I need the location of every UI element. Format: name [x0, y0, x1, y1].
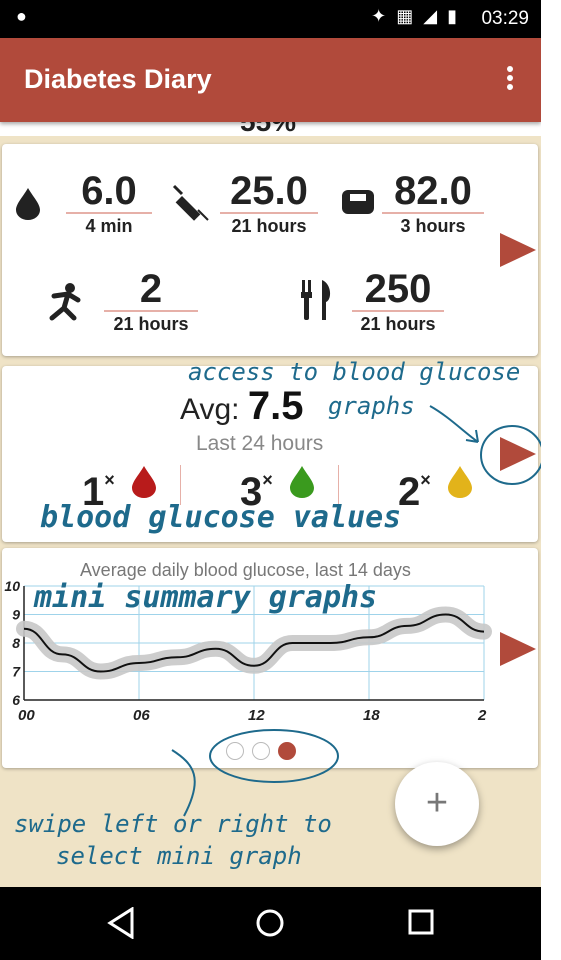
glucose-value: 6.0 — [81, 169, 137, 213]
y-tick-label: 10 — [4, 578, 20, 594]
summary-period: Last 24 hours — [196, 432, 324, 455]
divider — [338, 465, 339, 505]
note-swipe-1: swipe left or right to — [14, 810, 332, 838]
x-tick-label: 18 — [363, 707, 380, 724]
app-title: Diabetes Diary — [24, 64, 212, 94]
y-tick-label: 9 — [12, 607, 20, 623]
phone-screen: ● ✦ ▦ ◢ ▮ 03:29 Diabetes Diary 55% 6.0 4… — [0, 0, 541, 960]
status-time: 03:29 — [481, 8, 529, 29]
no-signal-icon: ◢ — [423, 6, 438, 26]
x-tick-label: 12 — [248, 707, 265, 724]
weight-stat: 82.0 3 hours — [382, 170, 484, 237]
android-icon: ● — [16, 6, 27, 26]
normal-count-x: × — [262, 470, 273, 490]
high-count: 2× — [398, 470, 431, 515]
x-tick-label: 00 — [18, 707, 35, 724]
latest-open-button[interactable] — [500, 233, 536, 267]
battery-icon: ▮ — [447, 6, 457, 26]
bluetooth-icon: ✦ — [371, 6, 387, 26]
weight-value: 82.0 — [394, 169, 472, 213]
status-icons: ✦ ▦ ◢ ▮ — [371, 6, 457, 27]
y-tick-label: 6 — [12, 692, 20, 708]
avg-value: 7.5 — [247, 384, 304, 428]
recents-icon[interactable] — [406, 907, 436, 939]
back-icon[interactable] — [106, 907, 136, 939]
glucose-stat: 6.0 4 min — [66, 170, 152, 237]
note-access: access to blood glucose — [188, 358, 521, 386]
scale-icon — [342, 190, 374, 214]
avg-label: Avg: — [180, 393, 240, 426]
average-glucose: Avg: 7.5 — [180, 384, 303, 429]
exercise-stat: 2 21 hours — [104, 268, 198, 335]
overflow-menu-icon[interactable] — [505, 66, 515, 96]
divider — [180, 465, 181, 505]
note-swipe-2: select mini graph — [56, 842, 302, 870]
weight-ago: 3 hours — [382, 212, 484, 237]
insulin-value: 25.0 — [230, 169, 308, 213]
vibrate-icon: ▦ — [396, 6, 414, 26]
note-graphs: graphs — [328, 392, 415, 420]
exercise-value: 2 — [139, 267, 163, 311]
cutoff-value: 55% — [240, 122, 296, 136]
annotation-arrow — [429, 405, 479, 443]
app-bar: Diabetes Diary — [0, 38, 541, 122]
drop-icon — [16, 188, 40, 220]
high-count-value: 2 — [398, 470, 421, 514]
add-entry-button[interactable]: + — [395, 762, 479, 846]
status-bar: ● ✦ ▦ ◢ ▮ 03:29 — [0, 0, 541, 38]
mini-graph-open-button[interactable] — [500, 632, 536, 666]
low-count-x: × — [104, 470, 115, 490]
exercise-ago: 21 hours — [104, 310, 198, 335]
food-ago: 21 hours — [352, 310, 444, 335]
note-mini: mini summary graphs — [34, 580, 378, 615]
syringe-icon — [172, 184, 209, 221]
glucose-ago: 4 min — [66, 212, 152, 237]
note-values: blood glucose values — [40, 500, 402, 535]
insulin-ago: 21 hours — [220, 212, 318, 237]
home-icon[interactable] — [254, 907, 286, 939]
runner-icon — [49, 283, 81, 321]
navigation-bar — [0, 887, 541, 960]
high-drop-icon — [448, 466, 472, 498]
x-tick-label: 2 — [477, 707, 487, 724]
food-value: 250 — [364, 267, 432, 311]
y-tick-label: 8 — [12, 635, 20, 651]
food-stat: 250 21 hours — [352, 268, 444, 335]
annotation-pager-circle — [171, 729, 339, 817]
x-tick-label: 06 — [133, 707, 150, 724]
y-tick-label: 7 — [12, 664, 21, 680]
high-count-x: × — [420, 470, 431, 490]
normal-drop-icon — [290, 466, 314, 498]
insulin-stat: 25.0 21 hours — [220, 170, 318, 237]
scrolled-card-remnant: 55% — [0, 122, 541, 136]
low-drop-icon — [132, 466, 156, 498]
cutlery-icon — [301, 280, 331, 320]
